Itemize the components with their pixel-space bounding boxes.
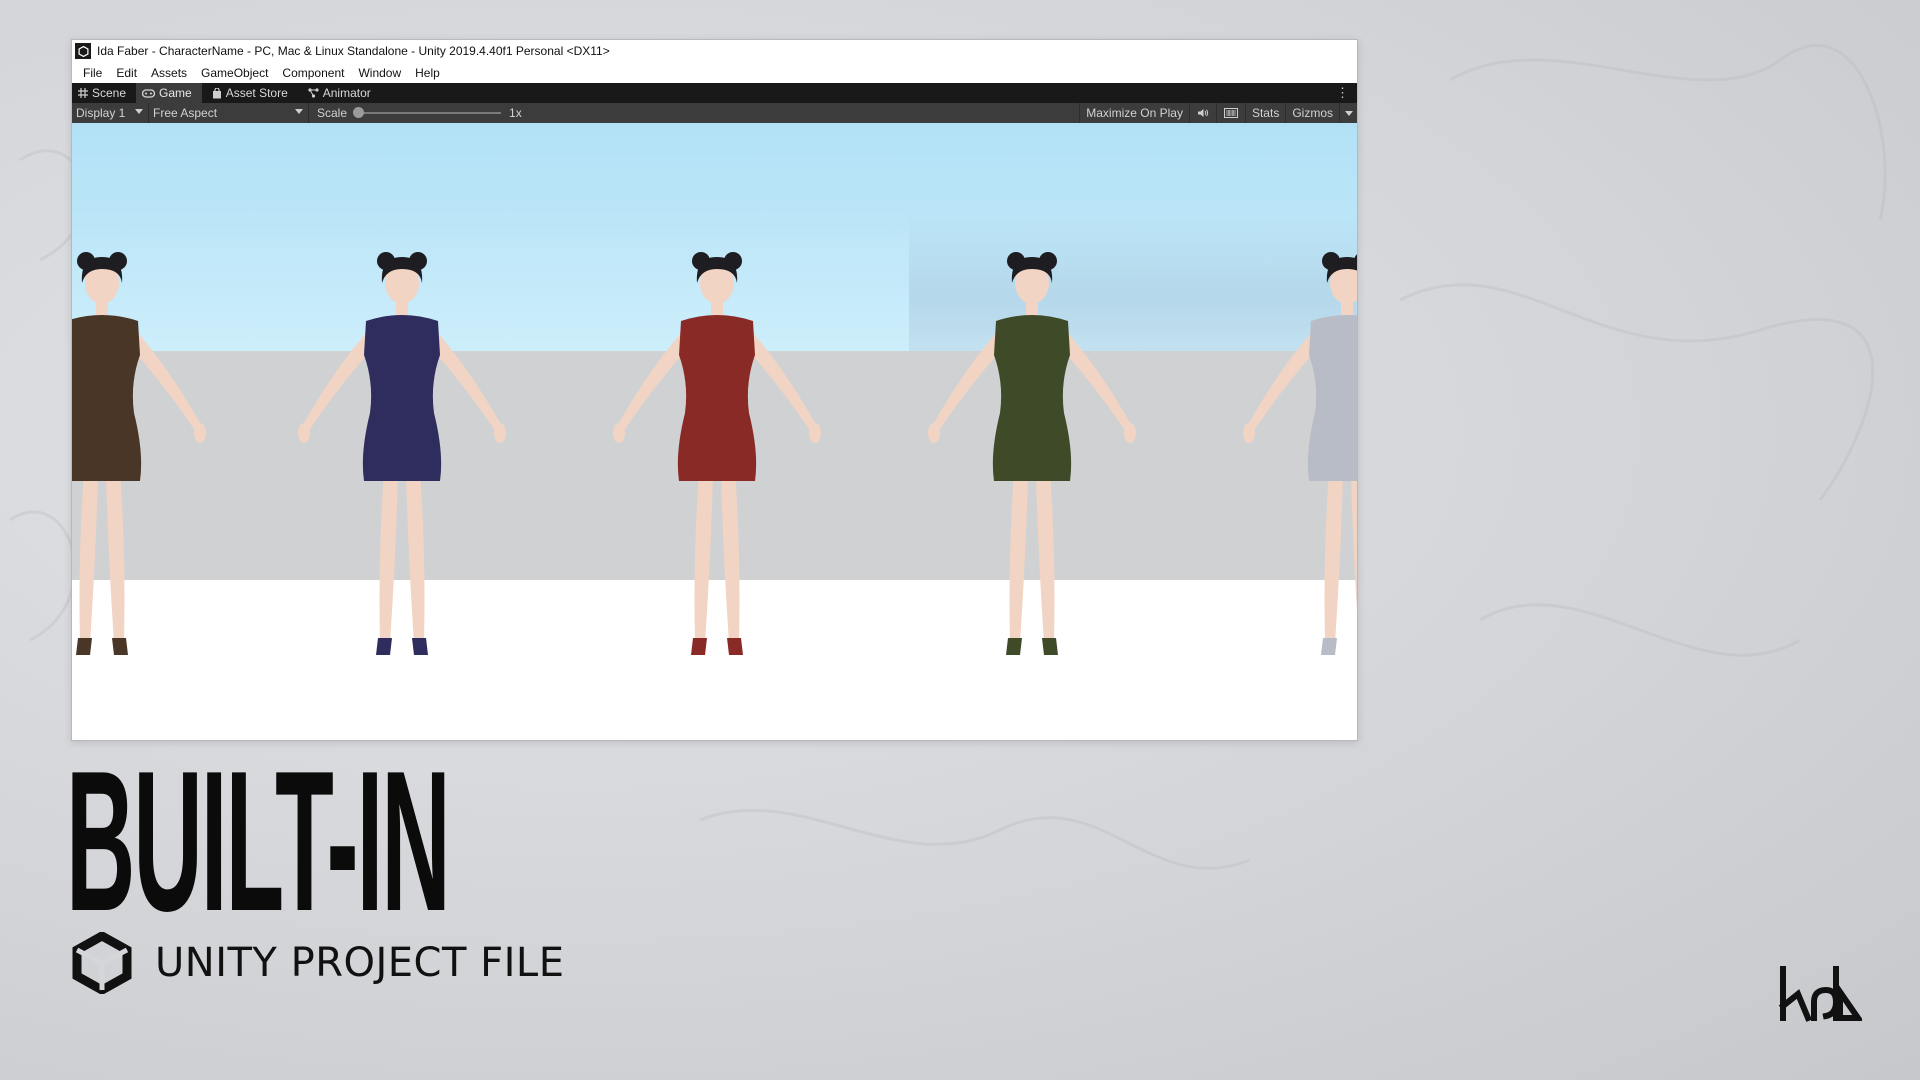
tab-scene-label: Scene <box>92 86 127 100</box>
character-figure <box>1243 252 1357 655</box>
store-icon <box>212 87 222 99</box>
window-title: Ida Faber - CharacterName - PC, Mac & Li… <box>97 44 610 58</box>
game-view-viewport[interactable] <box>72 123 1357 740</box>
chevron-down-icon <box>135 109 143 114</box>
character-figure <box>928 252 1136 655</box>
character-figure <box>298 252 506 655</box>
scale-slider-thumb[interactable] <box>353 107 365 118</box>
grid-icon <box>78 88 88 98</box>
game-view-toolbar: Display 1 Free Aspect Scale 1x Maximize … <box>72 103 1357 123</box>
subtitle-text: UNITY PROJECT FILE <box>155 940 565 986</box>
unity-logo-icon <box>72 932 132 994</box>
aspect-dropdown-value: Free Aspect <box>153 106 218 120</box>
speaker-icon <box>1197 109 1209 117</box>
animator-icon <box>308 88 319 98</box>
chevron-down-icon <box>295 109 303 114</box>
maximize-on-play-toggle[interactable]: Maximize On Play <box>1079 103 1189 123</box>
tab-asset-store-label: Asset Store <box>225 86 288 100</box>
menu-component[interactable]: Component <box>275 66 351 80</box>
chevron-down-icon <box>1345 111 1353 116</box>
menu-assets[interactable]: Assets <box>144 66 194 80</box>
tab-game-label: Game <box>159 86 192 100</box>
mute-audio-toggle[interactable] <box>1188 103 1216 123</box>
keyboard-icon <box>1223 108 1238 118</box>
display-dropdown-value: Display 1 <box>76 106 126 120</box>
tab-asset-store[interactable]: Asset Store <box>206 83 298 103</box>
tab-animator[interactable]: Animator <box>302 83 381 103</box>
character-figure <box>613 252 821 655</box>
tab-game[interactable]: Game <box>136 83 202 103</box>
unity-editor-window: Ida Faber - CharacterName - PC, Mac & Li… <box>71 39 1358 741</box>
scale-value: 1x <box>509 106 522 120</box>
headline-title: BUILT-IN <box>66 730 451 953</box>
menu-gameobject[interactable]: GameObject <box>194 66 275 80</box>
gizmos-button[interactable]: Gizmos <box>1285 103 1339 123</box>
game-toolbar-right: Maximize On Play Stats Gizmos <box>1079 103 1357 123</box>
subtitle-row: UNITY PROJECT FILE <box>71 932 565 994</box>
unity-app-icon <box>75 43 91 59</box>
character-lineup <box>72 252 1357 655</box>
scale-slider[interactable] <box>353 107 502 118</box>
gamepad-icon <box>142 88 156 98</box>
tab-animator-label: Animator <box>322 86 371 100</box>
scale-label: Scale <box>317 106 348 120</box>
display-dropdown[interactable]: Display 1 <box>72 103 149 123</box>
ida-logo-icon <box>1778 966 1862 1022</box>
tab-scene[interactable]: Scene <box>72 83 136 103</box>
title-bar: Ida Faber - CharacterName - PC, Mac & Li… <box>72 40 1357 62</box>
menu-bar: File Edit Assets GameObject Component Wi… <box>72 62 1357 83</box>
menu-window[interactable]: Window <box>351 66 408 80</box>
editor-tab-bar: Scene Game Asset Store Animator ⋮ <box>72 83 1357 103</box>
stats-layout-toggle[interactable] <box>1215 103 1245 123</box>
gizmos-dropdown[interactable] <box>1339 103 1357 123</box>
kebab-menu-icon[interactable]: ⋮ <box>1336 85 1349 101</box>
menu-edit[interactable]: Edit <box>109 66 144 80</box>
character-figure <box>72 252 206 655</box>
menu-help[interactable]: Help <box>408 66 447 80</box>
menu-file[interactable]: File <box>76 66 109 80</box>
stats-button[interactable]: Stats <box>1244 103 1285 123</box>
aspect-dropdown[interactable]: Free Aspect <box>149 103 309 123</box>
